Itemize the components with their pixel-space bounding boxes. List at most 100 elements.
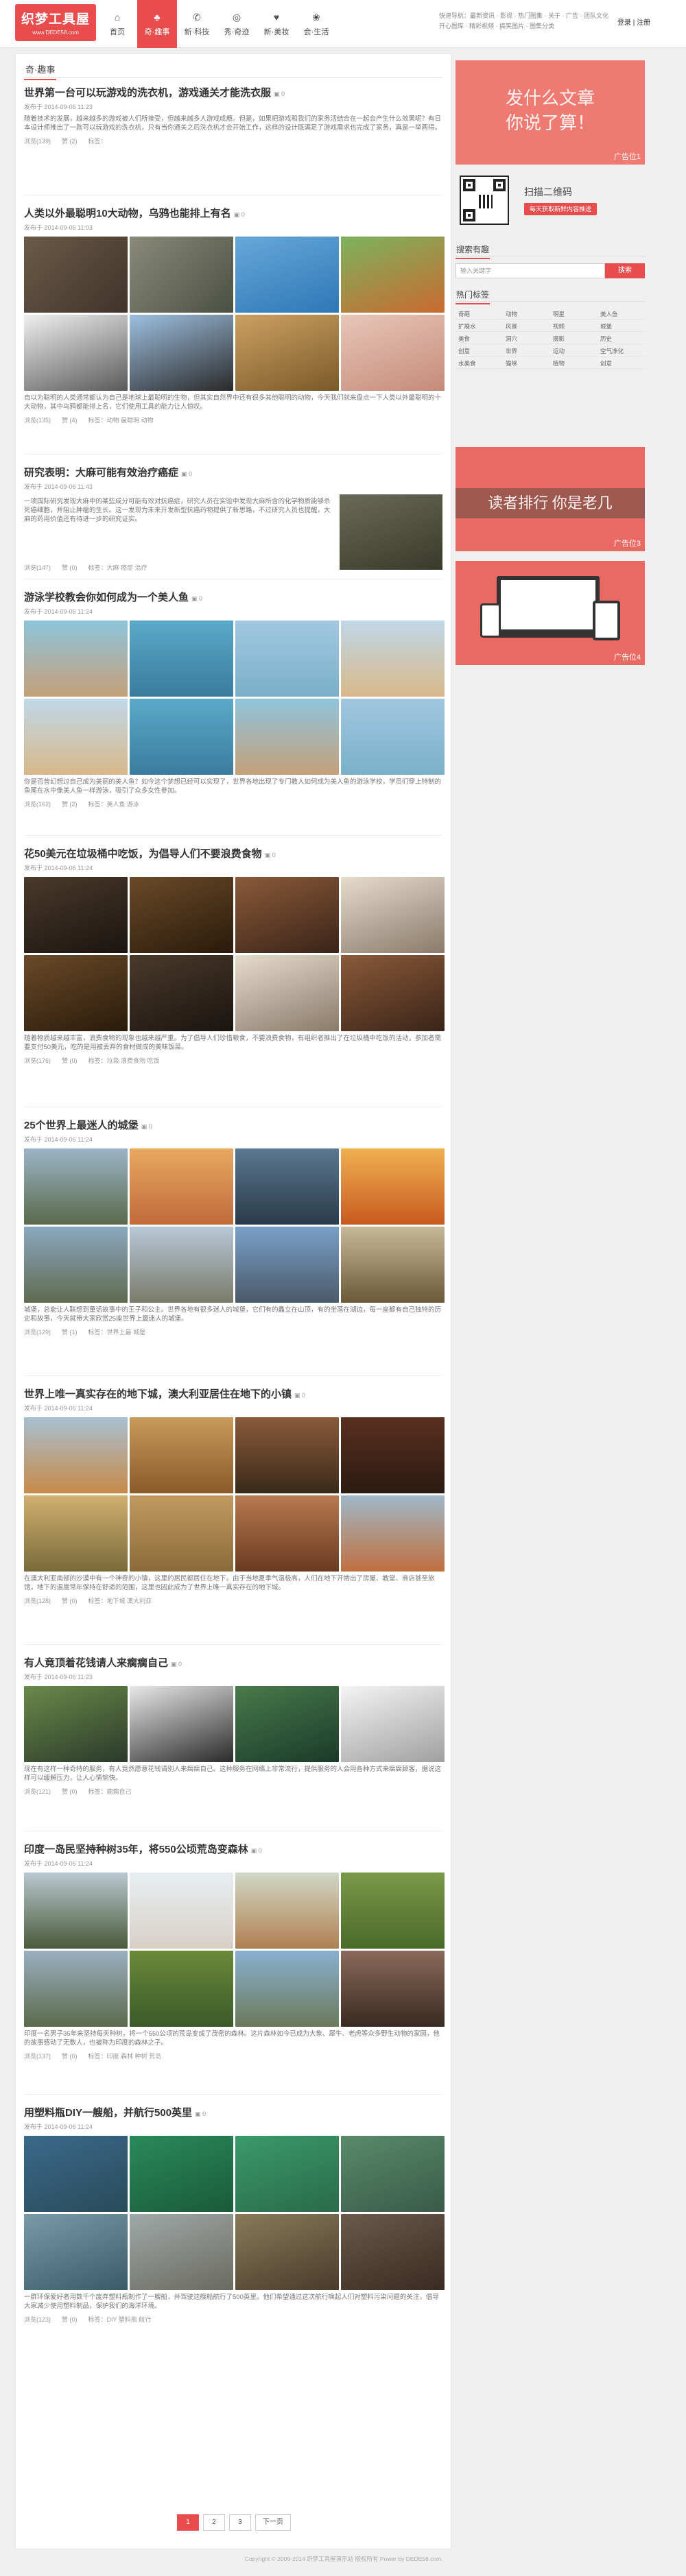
tag-link[interactable]: 摄影 [550, 333, 598, 344]
gallery-image[interactable] [130, 1873, 233, 1949]
gallery-image[interactable] [235, 877, 339, 953]
quick-links[interactable]: 快速导航：最新资讯 · 影视 · 热门图集 · 关于 · 广告 · 团队文化 开… [439, 11, 645, 32]
login-register-link[interactable]: 登录 | 注册 [617, 16, 650, 27]
gallery-image[interactable] [341, 1417, 445, 1493]
gallery-image[interactable] [341, 1951, 445, 2027]
gallery-image[interactable] [130, 237, 233, 313]
gallery-image[interactable] [235, 2214, 339, 2290]
like-button[interactable]: 赞 (0) [62, 2053, 78, 2060]
gallery-image[interactable] [235, 1417, 339, 1493]
post-title[interactable]: 研究表明：大麻可能有效治疗癌症 ▣ 0 [24, 466, 442, 481]
gallery-image[interactable] [130, 315, 233, 391]
gallery-image[interactable] [24, 2136, 128, 2212]
gallery-image[interactable] [341, 1148, 445, 1225]
like-button[interactable]: 赞 (4) [62, 417, 78, 424]
gallery-image[interactable] [341, 315, 445, 391]
post-title[interactable]: 用塑料瓶DIY一艘船，并航行500英里 ▣ 0 [24, 2106, 442, 2121]
quick-links-line2[interactable]: 开心图库 · 精彩视频 · 搞笑图片 · 图集分类 [439, 21, 645, 32]
gallery-image[interactable] [130, 1495, 233, 1572]
tag-link[interactable]: 美人鱼 [598, 309, 645, 320]
gallery-image[interactable] [341, 1686, 445, 1762]
like-button[interactable]: 赞 (0) [62, 2316, 78, 2323]
quick-links-line1[interactable]: 快速导航：最新资讯 · 影视 · 热门图集 · 关于 · 广告 · 团队文化 [439, 11, 645, 21]
gallery-image[interactable] [341, 1227, 445, 1303]
post-title[interactable]: 游泳学校教会你如何成为一个美人鱼 ▣ 0 [24, 590, 442, 605]
gallery-image[interactable] [24, 699, 128, 775]
gallery-image[interactable] [24, 1873, 128, 1949]
like-button[interactable]: 赞 (2) [62, 138, 78, 145]
tag-link[interactable]: 猫咪 [503, 358, 550, 369]
page-2-button[interactable]: 2 [203, 2514, 225, 2531]
tag-link[interactable]: 历史 [598, 333, 645, 344]
gallery-image[interactable] [130, 1227, 233, 1303]
post-title[interactable]: 有人竟顶着花钱请人来瘸瘸自己 ▣ 0 [24, 1656, 442, 1671]
page-1-button[interactable]: 1 [177, 2514, 199, 2531]
gallery-image[interactable] [235, 699, 339, 775]
gallery-image[interactable] [130, 699, 233, 775]
like-button[interactable]: 赞 (0) [62, 1598, 78, 1604]
tag-link[interactable]: 城堡 [598, 321, 645, 332]
post-title[interactable]: 25个世界上最迷人的城堡 ▣ 0 [24, 1118, 442, 1133]
subscribe-button[interactable]: 每天获取新鲜内容推送 [524, 203, 598, 215]
gallery-image[interactable] [341, 1495, 445, 1572]
search-button[interactable]: 搜索 [605, 263, 645, 278]
ad-banner-4[interactable]: 广告位4 [456, 561, 645, 665]
tag-link[interactable]: 运动 [550, 346, 598, 357]
gallery-image[interactable] [341, 2136, 445, 2212]
nav-miracle[interactable]: ◎ 秀·奇迹 [217, 0, 257, 48]
post-title[interactable]: 人类以外最聪明10大动物，乌鸦也能排上有名 ▣ 0 [24, 206, 442, 221]
tag-link[interactable]: 明星 [550, 309, 598, 320]
gallery-image[interactable] [24, 1686, 128, 1762]
gallery-image[interactable] [235, 621, 339, 697]
gallery-image[interactable] [130, 2136, 233, 2212]
gallery-image[interactable] [235, 1686, 339, 1762]
gallery-image[interactable] [235, 1873, 339, 1949]
nav-tech[interactable]: ✆ 新·科技 [177, 0, 217, 48]
tag-link[interactable]: 植物 [550, 358, 598, 369]
gallery-image[interactable] [235, 2136, 339, 2212]
gallery-image[interactable] [341, 877, 445, 953]
tag-link[interactable]: 视频 [550, 321, 598, 332]
gallery-image[interactable] [235, 315, 339, 391]
next-page-button[interactable]: 下一页 [255, 2514, 291, 2531]
search-input[interactable]: 输入关键字 [456, 263, 605, 278]
nav-home[interactable]: ⌂ 首页 [97, 0, 137, 48]
gallery-image[interactable] [24, 237, 128, 313]
gallery-image[interactable] [24, 621, 128, 697]
post-thumbnail[interactable] [340, 494, 442, 570]
post-title[interactable]: 世界上唯一真实存在的地下城，澳大利亚居住在地下的小镇 ▣ 0 [24, 1387, 442, 1402]
tag-link[interactable]: 动物 [503, 309, 550, 320]
like-button[interactable]: 赞 (0) [62, 1057, 78, 1064]
gallery-image[interactable] [130, 1417, 233, 1493]
tag-link[interactable]: 水美食 [456, 358, 503, 369]
tag-link[interactable]: 风景 [503, 321, 550, 332]
gallery-image[interactable] [235, 237, 339, 313]
gallery-image[interactable] [235, 1951, 339, 2027]
ad-banner-1[interactable]: 发什么文章 你说了算！ 广告位1 [456, 60, 645, 165]
gallery-image[interactable] [341, 237, 445, 313]
like-button[interactable]: 赞 (0) [62, 564, 78, 571]
tag-link[interactable]: 创意 [456, 346, 503, 357]
post-title[interactable]: 花50美元在垃圾桶中吃饭，为倡导人们不要浪费食物 ▣ 0 [24, 847, 442, 862]
gallery-image[interactable] [24, 1148, 128, 1225]
gallery-image[interactable] [24, 1951, 128, 2027]
tag-link[interactable]: 扩展水 [456, 321, 503, 332]
post-title[interactable]: 印度一岛民坚持种树35年，将550公顷荒岛变森林 ▣ 0 [24, 1842, 442, 1857]
gallery-image[interactable] [235, 1227, 339, 1303]
post-title[interactable]: 世界第一台可以玩游戏的洗衣机，游戏通关才能洗衣服 ▣ 0 [24, 86, 442, 101]
gallery-image[interactable] [130, 955, 233, 1031]
gallery-image[interactable] [24, 315, 128, 391]
tag-link[interactable]: 创意 [598, 358, 645, 369]
gallery-image[interactable] [341, 1873, 445, 1949]
gallery-image[interactable] [24, 1495, 128, 1572]
tag-link[interactable]: 空气净化 [598, 346, 645, 357]
gallery-image[interactable] [130, 1148, 233, 1225]
gallery-image[interactable] [130, 1686, 233, 1762]
like-button[interactable]: 赞 (2) [62, 801, 78, 808]
gallery-image[interactable] [130, 2214, 233, 2290]
page-3-button[interactable]: 3 [229, 2514, 251, 2531]
gallery-image[interactable] [341, 621, 445, 697]
gallery-image[interactable] [24, 955, 128, 1031]
tag-link[interactable]: 洞穴 [503, 333, 550, 344]
gallery-image[interactable] [235, 1148, 339, 1225]
